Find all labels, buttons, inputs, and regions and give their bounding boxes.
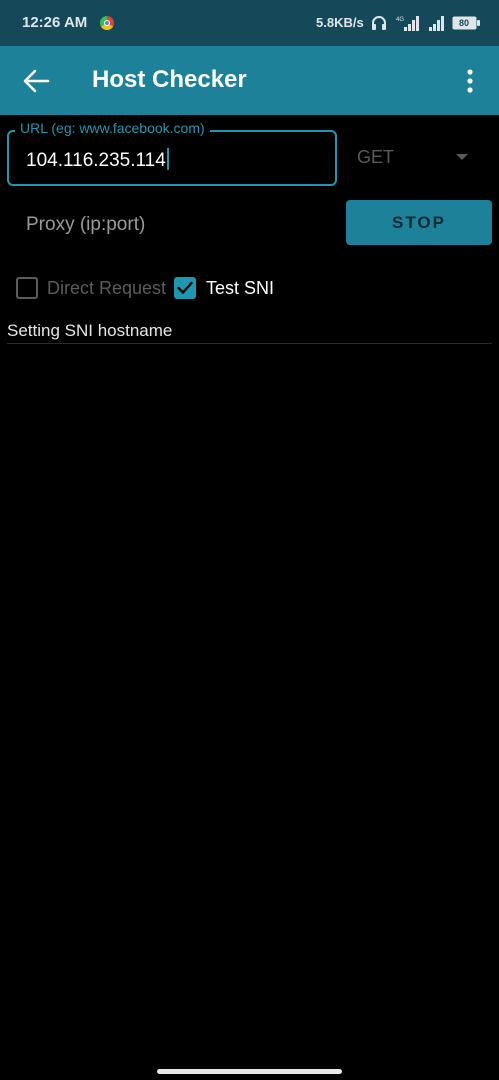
stop-button[interactable]: STOP (346, 200, 492, 245)
status-time: 12:26 AM (22, 14, 88, 31)
url-value[interactable]: 104.116.235.114 (26, 148, 169, 172)
method-value: GET (357, 147, 395, 167)
divider (7, 343, 492, 344)
direct-request-label[interactable]: Direct Request (47, 278, 166, 299)
method-select[interactable]: GET (355, 138, 477, 178)
signal-icon: 4G (396, 16, 419, 31)
status-bar: 12:26 AM 5.8KB/s 4G 80 (0, 0, 499, 46)
test-sni-label[interactable]: Test SNI (206, 278, 274, 299)
url-field-label: URL (eg: www.facebook.com) (15, 120, 210, 136)
direct-request-checkbox[interactable] (16, 277, 38, 299)
back-arrow-icon[interactable] (22, 68, 50, 94)
proxy-input[interactable]: Proxy (ip:port) (26, 214, 145, 236)
log-line: Setting SNI hostname (7, 321, 173, 340)
svg-text:4G: 4G (396, 17, 404, 23)
chrome-icon (100, 16, 114, 30)
more-options-icon[interactable] (460, 68, 480, 94)
network-speed: 5.8KB/s (316, 15, 364, 30)
signal-icon (429, 16, 444, 31)
battery-level: 80 (458, 18, 469, 28)
dropdown-arrow-icon (456, 154, 468, 160)
text-cursor (166, 148, 169, 170)
check-icon (177, 281, 193, 294)
url-text: 104.116.235.114 (26, 150, 166, 171)
test-sni-checkbox[interactable] (174, 277, 196, 299)
headphone-icon (372, 16, 386, 30)
page-title: Host Checker (92, 66, 247, 93)
home-indicator[interactable] (157, 1069, 342, 1074)
app-bar: Host Checker (0, 46, 499, 115)
